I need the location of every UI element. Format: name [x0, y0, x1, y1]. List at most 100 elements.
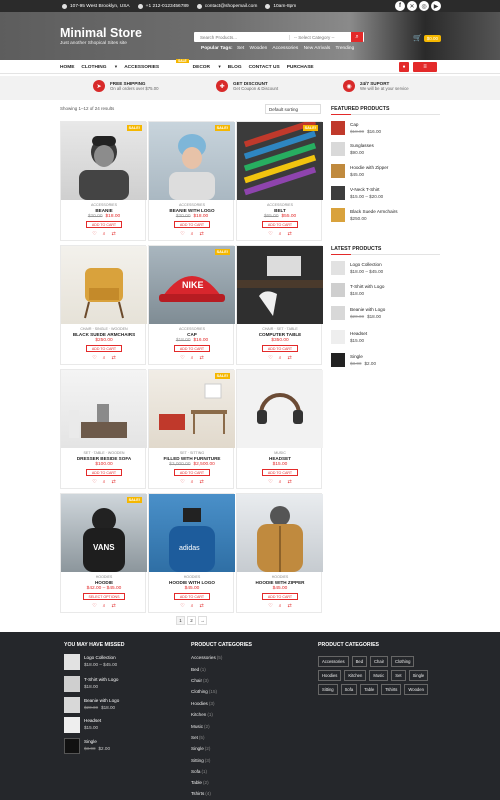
account-button[interactable]: ● — [399, 62, 409, 72]
heart-icon[interactable]: ♡ — [268, 603, 272, 609]
nav-accessories[interactable]: ACCESSORIES SALE — [124, 58, 189, 70]
site-title[interactable]: Minimal Store — [60, 26, 142, 40]
search-icon[interactable]: ⌕ — [103, 231, 106, 237]
nav-contact[interactable]: CONTACT US — [249, 65, 280, 70]
heart-icon[interactable]: ♡ — [180, 479, 184, 485]
compare-icon[interactable]: ⇄ — [288, 603, 292, 609]
product-thumb[interactable] — [64, 717, 80, 733]
missed-item[interactable]: Single $3.00 $2.00 — [64, 738, 174, 754]
heart-icon[interactable]: ♡ — [92, 355, 96, 361]
featured-item[interactable]: Sunglasses $90.00 — [331, 142, 441, 158]
tag-link[interactable]: Clothing — [391, 656, 415, 667]
heart-icon[interactable]: ♡ — [92, 479, 96, 485]
latest-item[interactable]: Beanie with Logo $20.00 $18.00 — [331, 306, 441, 322]
add-to-cart-button[interactable]: ADD TO CART — [262, 469, 298, 476]
add-to-cart-button[interactable]: ADD TO CART — [86, 469, 122, 476]
select-options-button[interactable]: SELECT OPTIONS — [83, 593, 125, 600]
search-icon[interactable]: ⌕ — [191, 231, 194, 237]
product-thumb[interactable] — [331, 142, 345, 156]
compare-icon[interactable]: ⇄ — [288, 355, 292, 361]
add-to-cart-button[interactable]: ADD TO CART — [174, 469, 210, 476]
sort-select[interactable]: Default sorting — [265, 104, 321, 114]
tag-link[interactable]: Hoodies — [318, 670, 342, 681]
product-image[interactable] — [237, 118, 323, 200]
next-page[interactable]: → — [198, 616, 207, 625]
product-name[interactable]: T-Shirt with Logo — [84, 677, 118, 682]
product-thumb[interactable] — [331, 306, 345, 320]
search-icon[interactable]: ⌕ — [103, 355, 106, 361]
add-to-cart-button[interactable]: ADD TO CART — [174, 221, 210, 228]
product-name[interactable]: Single — [350, 354, 363, 359]
add-to-cart-button[interactable]: ADD TO CART — [86, 221, 122, 228]
category-link[interactable]: Tshirts(4) — [191, 791, 211, 796]
featured-item[interactable]: Black Suede Armchairs $250.00 — [331, 208, 441, 224]
add-to-cart-button[interactable]: ADD TO CART — [262, 593, 298, 600]
compare-icon[interactable]: ⇄ — [200, 479, 204, 485]
tag-link[interactable]: Wooden — [404, 684, 428, 695]
product-image[interactable] — [61, 122, 147, 200]
product-image[interactable] — [149, 370, 235, 448]
product-name[interactable]: Headset — [350, 331, 367, 336]
latest-item[interactable]: Logo Collection $18.00 – $45.00 — [331, 261, 441, 277]
search-icon[interactable]: ⌕ — [191, 603, 194, 609]
compare-icon[interactable]: ⇄ — [112, 231, 116, 237]
heart-icon[interactable]: ♡ — [268, 231, 272, 237]
compare-icon[interactable]: ⇄ — [200, 355, 204, 361]
popular-tag[interactable]: Trending — [336, 46, 355, 51]
search-icon[interactable]: ⌕ — [103, 603, 106, 609]
product-image[interactable] — [61, 246, 147, 324]
product-image[interactable] — [237, 370, 323, 448]
product-name[interactable]: HOODIE WITH ZIPPER — [237, 580, 323, 585]
compare-icon[interactable]: ⇄ — [112, 479, 116, 485]
latest-item[interactable]: Headset $15.00 — [331, 330, 441, 346]
product-name[interactable]: BELT — [237, 208, 323, 213]
product-name[interactable]: HOODIE — [61, 580, 147, 585]
product-thumb[interactable] — [64, 654, 80, 670]
product-name[interactable]: Black Suede Armchairs — [350, 209, 398, 214]
product-thumb[interactable] — [64, 697, 80, 713]
product-card[interactable]: NIKE SALE! ACCESSORIES CAP $18.00 $16.00 … — [148, 245, 235, 365]
add-to-cart-button[interactable]: ADD TO CART — [262, 345, 298, 352]
search-icon[interactable]: ⌕ — [103, 479, 106, 485]
product-name[interactable]: Headset — [84, 718, 101, 723]
product-card[interactable]: HOODIES HOODIE WITH ZIPPER $45.00 ADD TO… — [236, 493, 323, 613]
add-to-cart-button[interactable]: ADD TO CART — [262, 221, 298, 228]
product-card[interactable]: MUSIC HEADSET $15.00 ADD TO CART ♡ ⌕ ⇄ — [236, 369, 323, 489]
search-button[interactable]: ⌕ — [351, 32, 363, 42]
product-name[interactable]: Logo Collection — [350, 262, 382, 267]
compare-icon[interactable]: ⇄ — [288, 479, 292, 485]
category-link[interactable]: Accessories(5) — [191, 655, 222, 660]
product-image[interactable]: adidas — [149, 494, 235, 572]
product-name[interactable]: Hoodie with Zipper — [350, 165, 388, 170]
nav-purchase[interactable]: PURCHASE — [287, 65, 314, 70]
category-link[interactable]: Music(2) — [191, 724, 210, 729]
category-link[interactable]: Set(5) — [191, 735, 205, 740]
popular-tag[interactable]: Wooden — [250, 46, 268, 51]
missed-item[interactable]: Headset $15.00 — [64, 717, 174, 733]
product-name[interactable]: Beanie with Logo — [350, 307, 385, 312]
product-name[interactable]: V-Neck T-Shirt — [350, 187, 380, 192]
youtube-icon[interactable]: ▶ — [431, 1, 441, 11]
heart-icon[interactable]: ♡ — [92, 231, 96, 237]
tag-link[interactable]: Sitting — [318, 684, 338, 695]
product-card[interactable]: SALE! ACCESSORIES BEANIE WITH LOGO $20.0… — [148, 121, 235, 241]
category-link[interactable]: Sofa(1) — [191, 769, 207, 774]
latest-item[interactable]: Single $3.00 $2.00 — [331, 353, 441, 369]
tag-link[interactable]: Chair — [370, 656, 389, 667]
category-link[interactable]: Clothing(15) — [191, 689, 217, 694]
instagram-icon[interactable]: ◎ — [419, 1, 429, 11]
missed-item[interactable]: Logo Collection $18.00 – $45.00 — [64, 654, 174, 670]
category-link[interactable]: Table(2) — [191, 780, 209, 785]
product-name[interactable]: Beanie with Logo — [84, 698, 119, 703]
product-card[interactable]: SALE! ACCESSORIES BELT $65.00 $55.00 ADD … — [236, 118, 323, 241]
compare-icon[interactable]: ⇄ — [288, 231, 292, 237]
cart-button[interactable]: 🛒 $0.00 — [413, 34, 441, 42]
product-card[interactable]: VANS SALE! HOODIES HOODIE $42.00 – $45.0… — [60, 493, 147, 613]
search-icon[interactable]: ⌕ — [279, 479, 282, 485]
category-link[interactable]: Bed(1) — [191, 667, 206, 672]
product-name[interactable]: T-Shirt with Logo — [350, 284, 384, 289]
product-thumb[interactable] — [331, 121, 345, 135]
product-card[interactable]: adidas HOODIES HOODIE WITH LOGO $45.00 A… — [148, 493, 235, 613]
missed-item[interactable]: T-Shirt with Logo $18.00 — [64, 676, 174, 692]
product-thumb[interactable] — [64, 676, 80, 692]
